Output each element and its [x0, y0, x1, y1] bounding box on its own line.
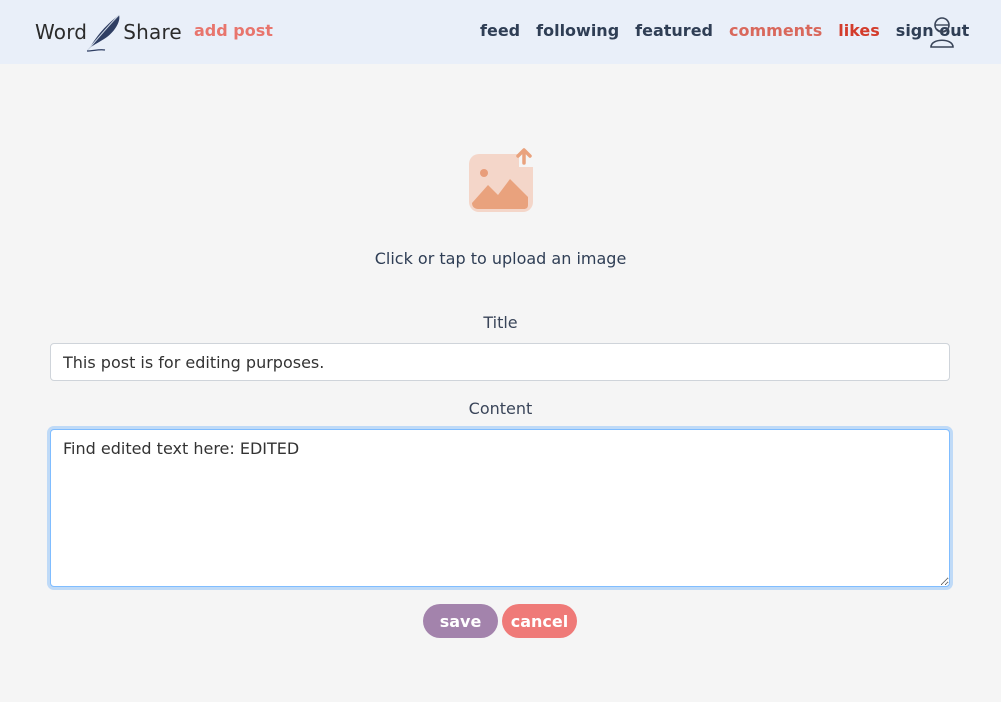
- nav-link-featured[interactable]: featured: [635, 21, 713, 40]
- nav-links: feed following featured comments likes s…: [480, 21, 985, 40]
- nav-link-likes[interactable]: likes: [838, 21, 880, 40]
- upload-instructions: Click or tap to upload an image: [374, 249, 627, 268]
- cancel-button[interactable]: cancel: [502, 604, 577, 638]
- content-label: Content: [468, 399, 533, 418]
- image-upload-icon[interactable]: [466, 145, 536, 215]
- brand-word-left: Word: [35, 20, 88, 44]
- user-avatar-icon[interactable]: [929, 16, 955, 48]
- add-post-link[interactable]: add post: [194, 21, 273, 40]
- title-label: Title: [483, 313, 518, 332]
- feather-icon: [86, 14, 120, 52]
- navbar: Word Share add post feed following featu…: [0, 0, 1001, 64]
- brand-word-right: Share: [123, 20, 182, 44]
- nav-link-following[interactable]: following: [536, 21, 619, 40]
- brand-logo[interactable]: Word Share: [35, 10, 182, 54]
- nav-link-feed[interactable]: feed: [480, 21, 520, 40]
- content-textarea[interactable]: Find edited text here: EDITED: [50, 429, 950, 587]
- image-upload-area[interactable]: Click or tap to upload an image: [0, 145, 1001, 268]
- nav-link-comments[interactable]: comments: [729, 21, 822, 40]
- title-input[interactable]: [50, 343, 950, 381]
- save-button[interactable]: save: [423, 604, 498, 638]
